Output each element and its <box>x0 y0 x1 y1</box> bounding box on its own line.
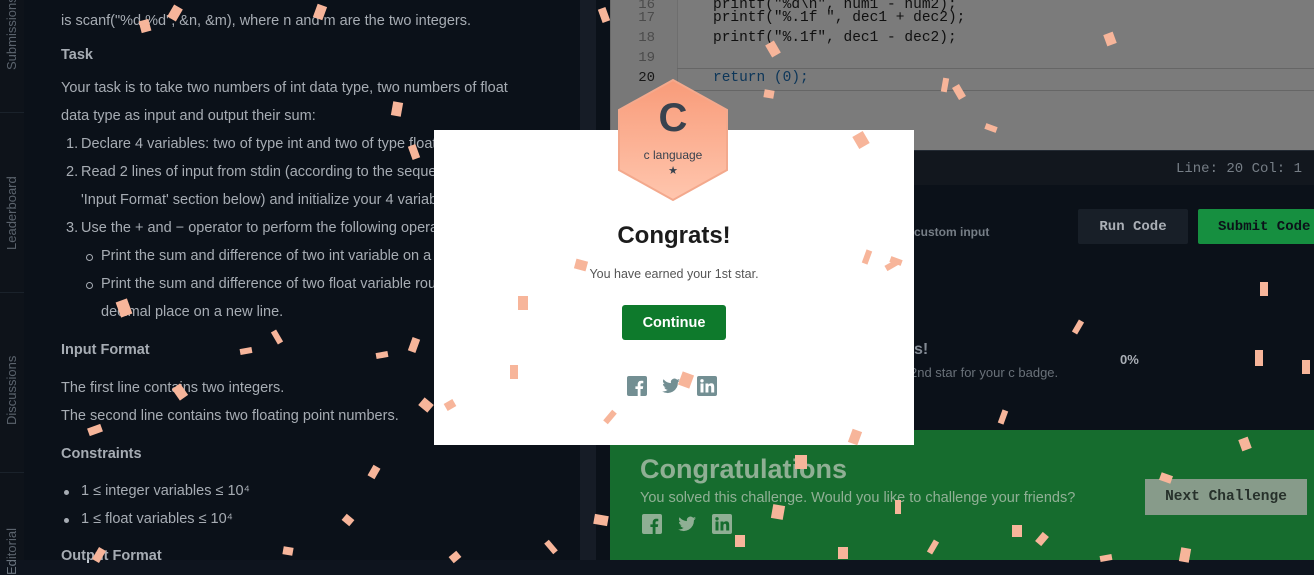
confetti-piece <box>1099 554 1113 562</box>
confetti-piece <box>1178 547 1192 563</box>
modal-message: You have earned your 1st star. <box>589 267 759 281</box>
confetti-piece <box>770 504 786 520</box>
badge-letter: C <box>658 96 688 140</box>
confetti-piece <box>795 455 807 469</box>
confetti-piece <box>282 546 294 556</box>
c-language-badge: C c language ★ <box>615 78 731 202</box>
confetti-piece <box>1260 282 1268 296</box>
confetti-piece <box>763 89 775 99</box>
confetti-piece <box>1012 525 1022 537</box>
confetti-piece <box>518 296 528 310</box>
confetti-piece <box>1302 360 1310 374</box>
badge-label: c language <box>643 148 703 162</box>
facebook-icon[interactable] <box>627 376 647 396</box>
modal-title: Congrats! <box>617 222 731 249</box>
confetti-piece <box>510 365 518 379</box>
star-icon: ★ <box>668 165 678 177</box>
linkedin-icon[interactable] <box>697 376 717 396</box>
continue-button[interactable]: Continue <box>622 305 726 340</box>
twitter-icon[interactable] <box>661 376 681 396</box>
confetti-piece <box>895 500 901 514</box>
confetti-piece <box>735 535 745 547</box>
confetti-piece <box>838 547 848 559</box>
confetti-piece <box>1255 350 1263 366</box>
